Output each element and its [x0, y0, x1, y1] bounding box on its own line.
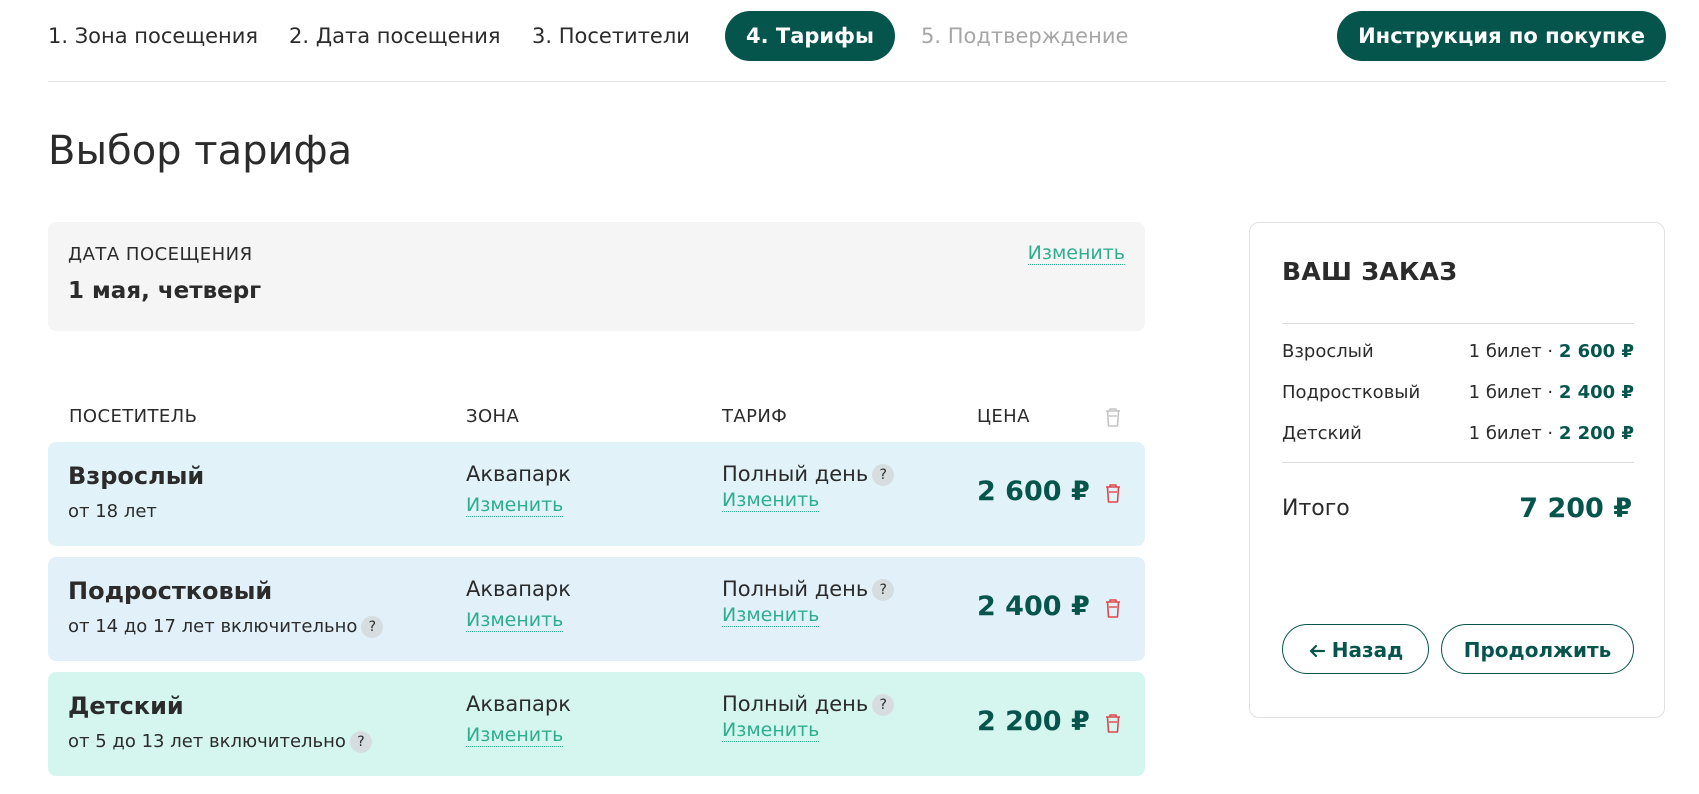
change-zone-link[interactable]: Изменить: [466, 724, 564, 747]
zone-name: Аквапарк: [466, 577, 571, 601]
table-row: Подростковый от 14 до 17 лет включительн…: [48, 557, 1145, 661]
total-value: 7 200 ₽: [1519, 493, 1632, 524]
step-tariffs[interactable]: 4. Тарифы: [725, 11, 895, 61]
question-icon[interactable]: ?: [872, 694, 895, 716]
order-item-qty: 1 билет · 2 400 ₽: [1469, 382, 1634, 403]
order-divider: [1282, 462, 1634, 463]
step-confirmation: 5. Подтверждение: [921, 24, 1129, 48]
order-item-name: Детский: [1282, 423, 1362, 444]
trash-icon[interactable]: [1103, 712, 1123, 734]
trash-all-icon[interactable]: [1103, 406, 1123, 428]
order-divider: [1282, 323, 1634, 324]
header-visitor: ПОСЕТИТЕЛЬ: [69, 406, 198, 427]
purchase-guide-button[interactable]: Инструкция по покупке: [1337, 11, 1666, 61]
tariff-name: Полный день?: [722, 692, 895, 716]
header-tariff: ТАРИФ: [722, 406, 788, 427]
visit-date-value: 1 мая, четверг: [68, 278, 262, 304]
total-label: Итого: [1282, 496, 1350, 521]
zone-name: Аквапарк: [466, 692, 571, 716]
change-date-link[interactable]: Изменить: [1027, 242, 1125, 265]
trash-icon[interactable]: [1103, 482, 1123, 504]
visitor-age-label: от 14 до 17 лет включительно: [68, 616, 358, 637]
change-zone-link[interactable]: Изменить: [466, 609, 564, 632]
order-item-name: Взрослый: [1282, 341, 1374, 362]
order-item-qty: 1 билет · 2 200 ₽: [1469, 423, 1634, 444]
order-item-name: Подростковый: [1282, 382, 1421, 403]
order-item-count: 1 билет ·: [1468, 423, 1559, 444]
visitor-name: Подростковый: [68, 577, 273, 605]
visitor-age: от 18 лет: [68, 501, 157, 522]
arrow-left-icon: [1309, 644, 1325, 658]
order-summary: ВАШ ЗАКАЗ Взрослый 1 билет · 2 600 ₽ Под…: [1249, 222, 1665, 718]
visitor-age: от 5 до 13 лет включительно?: [68, 731, 372, 753]
change-tariff-link[interactable]: Изменить: [722, 719, 820, 742]
visitor-age-label: от 5 до 13 лет включительно: [68, 731, 346, 752]
header-zone: ЗОНА: [466, 406, 520, 427]
change-tariff-link[interactable]: Изменить: [722, 489, 820, 512]
order-item-price: 2 400 ₽: [1558, 382, 1634, 403]
order-item-count: 1 билет ·: [1468, 382, 1559, 403]
row-price: 2 200 ₽: [977, 706, 1090, 737]
question-icon[interactable]: ?: [872, 579, 895, 601]
question-icon[interactable]: ?: [361, 616, 384, 638]
tariff-name: Полный день?: [722, 577, 895, 601]
page-title: Выбор тарифа: [48, 128, 353, 174]
steps-nav: 1. Зона посещения 2. Дата посещения 3. П…: [48, 11, 1666, 61]
visitor-name: Взрослый: [68, 462, 205, 490]
back-label: Назад: [1331, 638, 1404, 662]
tariff-label: Полный день: [722, 692, 869, 716]
visit-date-panel: ДАТА ПОСЕЩЕНИЯ 1 мая, четверг Изменить: [48, 222, 1145, 331]
question-icon[interactable]: ?: [872, 464, 895, 486]
order-item-count: 1 билет ·: [1468, 341, 1559, 362]
row-price: 2 600 ₽: [977, 476, 1090, 507]
header-price: ЦЕНА: [977, 406, 1030, 427]
order-item-price: 2 200 ₽: [1558, 423, 1634, 444]
trash-icon[interactable]: [1103, 597, 1123, 619]
tariff-label: Полный день: [722, 462, 869, 486]
tariff-label: Полный день: [722, 577, 869, 601]
table-row: Детский от 5 до 13 лет включительно? Акв…: [48, 672, 1145, 776]
table-header: ПОСЕТИТЕЛЬ ЗОНА ТАРИФ ЦЕНА: [48, 398, 1145, 434]
step-zone[interactable]: 1. Зона посещения: [48, 11, 258, 61]
visitor-age: от 14 до 17 лет включительно?: [68, 616, 384, 638]
step-date[interactable]: 2. Дата посещения: [289, 11, 501, 61]
zone-name: Аквапарк: [466, 462, 571, 486]
step-visitors[interactable]: 3. Посетители: [532, 11, 690, 61]
order-title: ВАШ ЗАКАЗ: [1282, 257, 1458, 286]
change-zone-link[interactable]: Изменить: [466, 494, 564, 517]
row-price: 2 400 ₽: [977, 591, 1090, 622]
visit-date-label: ДАТА ПОСЕЩЕНИЯ: [68, 244, 253, 265]
question-icon[interactable]: ?: [349, 731, 372, 753]
tariff-name: Полный день?: [722, 462, 895, 486]
table-row: Взрослый от 18 лет Аквапарк Изменить Пол…: [48, 442, 1145, 546]
visitor-name: Детский: [68, 692, 184, 720]
back-button[interactable]: Назад: [1282, 624, 1429, 674]
header-divider: [48, 81, 1666, 82]
order-item-price: 2 600 ₽: [1558, 341, 1634, 362]
change-tariff-link[interactable]: Изменить: [722, 604, 820, 627]
order-item-qty: 1 билет · 2 600 ₽: [1469, 341, 1634, 362]
continue-button[interactable]: Продолжить: [1441, 624, 1634, 674]
